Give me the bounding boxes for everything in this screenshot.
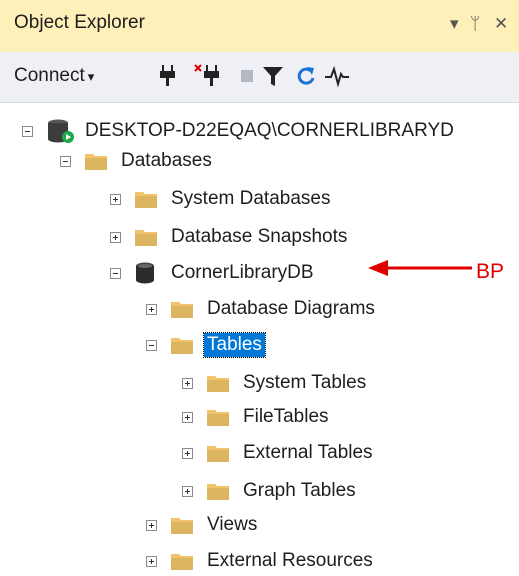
panel-title: Object Explorer	[14, 12, 145, 33]
external-resources-label: External Resources	[207, 550, 373, 571]
server-label: DESKTOP-D22EQAQ\CORNERLIBRARYD	[85, 120, 454, 141]
stop-button[interactable]	[240, 69, 254, 88]
folder-icon	[207, 410, 229, 426]
disconnect-button[interactable]	[194, 64, 222, 93]
close-icon: ✕	[494, 14, 509, 33]
tree-node-filetables[interactable]: FileTables	[182, 402, 332, 432]
expand-toggle[interactable]	[146, 303, 157, 315]
expand-toggle[interactable]	[182, 411, 193, 423]
refresh-button[interactable]	[296, 64, 316, 93]
tree-node-server[interactable]: DESKTOP-D22EQAQ\CORNERLIBRARYD	[22, 116, 457, 146]
tables-label: Tables	[203, 332, 266, 358]
chevron-down-icon: ▾	[450, 14, 459, 33]
folder-icon	[171, 338, 193, 354]
pin-icon: ᛘ	[470, 14, 481, 33]
tree-node-databases[interactable]: Databases	[60, 146, 215, 176]
chevron-down-icon: ▾	[87, 69, 95, 84]
collapse-toggle[interactable]	[22, 125, 33, 137]
expand-toggle[interactable]	[182, 485, 193, 497]
tree-node-graph-tables[interactable]: Graph Tables	[182, 476, 359, 506]
folder-icon	[207, 446, 229, 462]
connect-label: Connect	[14, 65, 85, 86]
filetables-label: FileTables	[243, 406, 329, 427]
folder-icon	[207, 484, 229, 500]
expand-toggle[interactable]	[182, 447, 193, 459]
annotation-label: BP	[476, 260, 505, 283]
external-tables-label: External Tables	[243, 442, 373, 463]
databases-label: Databases	[121, 150, 212, 171]
folder-icon	[135, 192, 157, 208]
tree-node-database-diagrams[interactable]: Database Diagrams	[146, 294, 378, 324]
object-explorer-tree: DESKTOP-D22EQAQ\CORNERLIBRARYD Databases…	[0, 102, 519, 571]
close-button[interactable]: ✕	[494, 12, 508, 36]
filter-button[interactable]	[262, 64, 284, 93]
window-options-button[interactable]: ▾	[450, 12, 459, 36]
activity-monitor-button[interactable]	[324, 64, 350, 93]
graph-tables-label: Graph Tables	[243, 480, 356, 501]
activity-monitor-icon	[325, 65, 349, 88]
annotation-arrow-icon	[368, 260, 472, 276]
stop-icon	[241, 70, 253, 82]
expand-toggle[interactable]	[182, 377, 193, 389]
folder-icon	[85, 154, 107, 170]
folder-icon	[135, 230, 157, 246]
collapse-toggle[interactable]	[146, 339, 157, 351]
refresh-icon	[297, 67, 315, 85]
tree-node-database-snapshots[interactable]: Database Snapshots	[110, 222, 350, 252]
expand-toggle[interactable]	[146, 555, 157, 567]
system-databases-label: System Databases	[171, 188, 331, 209]
folder-icon	[207, 376, 229, 392]
tree-node-tables[interactable]: Tables	[146, 330, 266, 360]
tree-node-system-databases[interactable]: System Databases	[110, 184, 333, 214]
object-explorer-toolbar: Connect ▾	[0, 52, 519, 103]
connect-icon	[160, 65, 175, 86]
collapse-toggle[interactable]	[60, 155, 71, 167]
database-label: CornerLibraryDB	[171, 262, 314, 283]
expand-toggle[interactable]	[146, 519, 157, 531]
expand-toggle[interactable]	[110, 231, 121, 243]
system-tables-label: System Tables	[243, 372, 367, 393]
folder-icon	[171, 302, 193, 318]
connect-dropdown[interactable]: Connect ▾	[14, 65, 94, 87]
connect-object-explorer-button[interactable]	[158, 64, 178, 93]
pin-button[interactable]: ᛘ	[470, 12, 480, 36]
folder-icon	[171, 518, 193, 534]
object-explorer-titlebar: Object Explorer ▾ ᛘ ✕	[0, 0, 519, 52]
server-connected-icon	[48, 119, 74, 143]
expand-toggle[interactable]	[110, 193, 121, 205]
folder-icon	[171, 554, 193, 570]
tree-node-external-resources[interactable]: External Resources	[146, 546, 376, 576]
collapse-toggle[interactable]	[110, 267, 121, 279]
views-label: Views	[207, 514, 258, 535]
tree-node-system-tables[interactable]: System Tables	[182, 368, 369, 398]
tree-node-cornerlibrarydb[interactable]: CornerLibraryDB	[110, 258, 317, 288]
filter-icon	[263, 67, 283, 86]
tree-node-views[interactable]: Views	[146, 510, 260, 540]
database-diagrams-label: Database Diagrams	[207, 298, 375, 319]
database-snapshots-label: Database Snapshots	[171, 226, 348, 247]
disconnect-icon	[194, 64, 219, 86]
tree-node-external-tables[interactable]: External Tables	[182, 438, 376, 468]
database-icon	[136, 262, 154, 284]
